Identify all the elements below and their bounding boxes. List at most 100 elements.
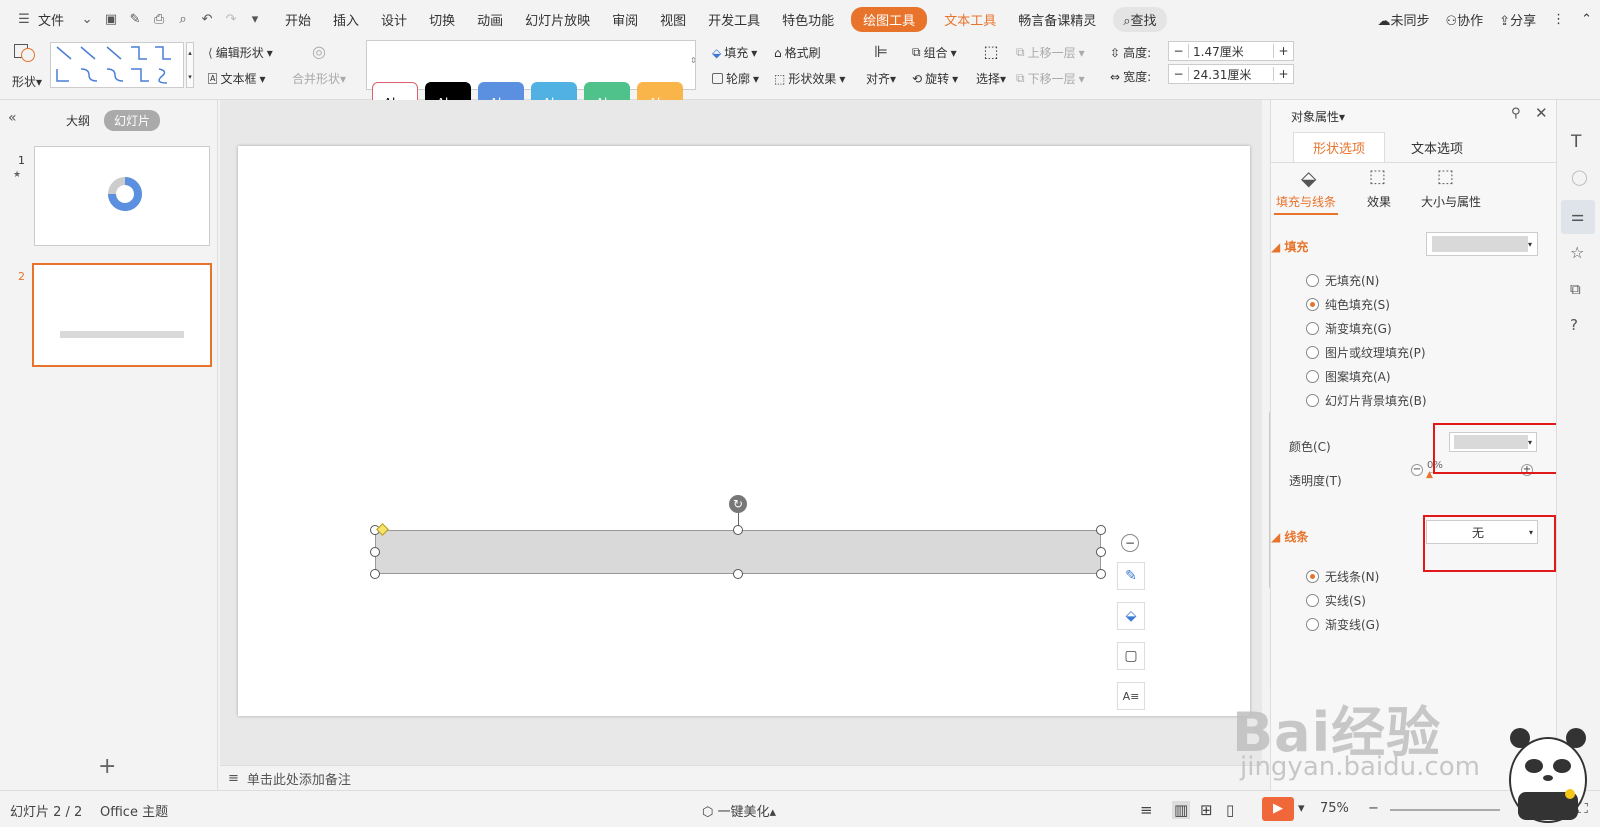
- tab-animation[interactable]: 动画: [477, 10, 503, 29]
- tab-changyan[interactable]: 畅言备课精灵: [1018, 10, 1096, 29]
- tab-review[interactable]: 审阅: [612, 10, 638, 29]
- edit-shape-button[interactable]: ⟨ 编辑形状 ▾: [208, 44, 273, 61]
- resize-handle-l[interactable]: [370, 547, 380, 557]
- width-input[interactable]: 24.31厘米: [1189, 66, 1273, 83]
- bring-forward-button[interactable]: ⧉ 上移一层 ▾: [1016, 44, 1085, 61]
- merge-shape-button[interactable]: ◎ 合并形状▾: [292, 42, 346, 87]
- line-option-none[interactable]: 无线条(N): [1306, 568, 1379, 585]
- sorter-view-icon[interactable]: ⊞: [1200, 801, 1213, 819]
- close-icon[interactable]: ✕: [1535, 104, 1548, 122]
- notes-toggle-icon[interactable]: ≡: [1140, 801, 1153, 819]
- float-fill-button[interactable]: ⬙: [1117, 602, 1145, 630]
- collapse-ribbon-icon[interactable]: ⌃: [1581, 12, 1592, 27]
- radio-gradient[interactable]: [1306, 322, 1319, 335]
- format-painter-button[interactable]: ⌂ 格式刷: [774, 44, 821, 61]
- play-slideshow-button[interactable]: ▶: [1262, 797, 1294, 821]
- quick-access-dropdown-icon[interactable]: ▾: [246, 10, 264, 28]
- fill-option-solid[interactable]: 纯色填充(S): [1306, 296, 1390, 313]
- sync-button[interactable]: ☁未同步: [1377, 10, 1429, 29]
- notes-bar[interactable]: ≡ 单击此处添加备注: [220, 765, 1262, 790]
- play-dropdown-icon[interactable]: ▾: [1298, 801, 1305, 816]
- resize-handle-bl[interactable]: [370, 569, 380, 579]
- textbox-button[interactable]: A 文本框 ▾: [208, 70, 266, 87]
- fill-section-header[interactable]: ◢ 填充: [1271, 238, 1308, 255]
- slides-tab[interactable]: 幻灯片: [104, 110, 161, 131]
- fill-option-background[interactable]: 幻灯片背景填充(B): [1306, 392, 1427, 409]
- effect-icon[interactable]: ⬚: [1369, 166, 1386, 187]
- tab-drawing-tools[interactable]: 绘图工具: [851, 6, 928, 32]
- redo-icon[interactable]: ↷: [222, 10, 240, 28]
- fill-option-none[interactable]: 无填充(N): [1306, 272, 1379, 289]
- tab-text-tools[interactable]: 文本工具: [944, 10, 996, 29]
- group-button[interactable]: ⧉ 组合 ▾: [912, 44, 957, 61]
- tab-text-options[interactable]: 文本选项: [1391, 132, 1483, 162]
- outline-tab[interactable]: 大纲: [66, 112, 90, 129]
- float-style-button[interactable]: ✎: [1117, 562, 1145, 590]
- format-painter-icon[interactable]: ✎: [126, 10, 144, 28]
- more-icon[interactable]: ⋮: [1552, 12, 1565, 27]
- help-icon[interactable]: ?: [1570, 316, 1578, 334]
- radio-background[interactable]: [1306, 394, 1319, 407]
- slide-thumbnail-1[interactable]: [34, 146, 210, 246]
- resize-handle-tr[interactable]: [1096, 525, 1106, 535]
- shape-effect-button[interactable]: ⬚ 形状效果 ▾: [774, 70, 845, 87]
- line-section-header[interactable]: ◢ 线条: [1271, 528, 1308, 545]
- resize-handle-br[interactable]: [1096, 569, 1106, 579]
- line-option-gradient[interactable]: 渐变线(G): [1306, 616, 1380, 633]
- pin-icon[interactable]: ⚲: [1511, 106, 1521, 121]
- height-spinner[interactable]: − 1.47厘米 +: [1168, 41, 1294, 61]
- fill-button[interactable]: ⬙ 填充 ▾: [712, 44, 757, 61]
- selected-rectangle-shape[interactable]: [375, 530, 1101, 574]
- tab-view[interactable]: 视图: [660, 10, 686, 29]
- zoom-slider[interactable]: [1390, 809, 1500, 811]
- pin-star-icon[interactable]: ☆: [1570, 243, 1584, 262]
- fill-option-picture[interactable]: 图片或纹理填充(P): [1306, 344, 1426, 361]
- fill-line-icon[interactable]: ⬙: [1301, 166, 1316, 190]
- float-text-button[interactable]: A≡: [1117, 682, 1145, 710]
- resize-handle-t[interactable]: [733, 525, 743, 535]
- fill-color-combo[interactable]: ▾: [1426, 232, 1538, 256]
- lightbulb-icon[interactable]: ◯: [1571, 168, 1588, 186]
- chevron-down-icon[interactable]: ⌄: [78, 10, 96, 28]
- tab-features[interactable]: 特色功能: [782, 10, 834, 29]
- tab-transition[interactable]: 切换: [429, 10, 455, 29]
- subtab-size[interactable]: 大小与属性: [1421, 193, 1481, 210]
- text-icon[interactable]: T: [1571, 132, 1581, 152]
- zoom-value[interactable]: 75%: [1320, 801, 1349, 816]
- resize-handle-b[interactable]: [733, 569, 743, 579]
- select-button[interactable]: ⬚ 选择▾: [976, 42, 1006, 87]
- properties-toggle[interactable]: ⚌: [1561, 200, 1595, 234]
- hamburger-icon[interactable]: ☰: [15, 10, 33, 28]
- notes-placeholder[interactable]: 单击此处添加备注: [247, 769, 351, 788]
- fill-option-pattern[interactable]: 图案填充(A): [1306, 368, 1391, 385]
- rotate-handle-icon[interactable]: ↻: [729, 495, 747, 513]
- tab-developer[interactable]: 开发工具: [708, 10, 760, 29]
- tab-home[interactable]: 开始: [285, 10, 311, 29]
- share-button[interactable]: ⇪分享: [1499, 10, 1536, 29]
- slide-thumbnail-2[interactable]: [32, 263, 212, 367]
- transparency-thumb[interactable]: ▲: [1426, 470, 1433, 480]
- reading-view-icon[interactable]: ▯: [1226, 801, 1234, 819]
- radio-gradient-line[interactable]: [1306, 618, 1319, 631]
- tab-design[interactable]: 设计: [381, 10, 407, 29]
- slide-switch-icon[interactable]: ⧉: [1570, 280, 1581, 298]
- height-increment[interactable]: +: [1273, 44, 1293, 58]
- zoom-out-icon[interactable]: −: [1368, 801, 1379, 816]
- width-spinner[interactable]: − 24.31厘米 +: [1168, 64, 1294, 84]
- radio-solid[interactable]: [1306, 298, 1319, 311]
- width-decrement[interactable]: −: [1169, 67, 1189, 81]
- beautify-button[interactable]: ⬡ 一键美化▴: [702, 801, 776, 820]
- collapse-panel-icon[interactable]: «: [8, 110, 17, 126]
- subtab-fill-line[interactable]: 填充与线条: [1274, 193, 1339, 215]
- transparency-decrease-icon[interactable]: −: [1411, 464, 1423, 476]
- file-menu[interactable]: 文件: [38, 10, 64, 29]
- save-icon[interactable]: ▣: [102, 10, 120, 28]
- radio-pattern[interactable]: [1306, 370, 1319, 383]
- width-increment[interactable]: +: [1273, 67, 1293, 81]
- rotate-button[interactable]: ⟲ 旋转 ▾: [912, 70, 958, 87]
- tab-insert[interactable]: 插入: [333, 10, 359, 29]
- add-slide-icon[interactable]: +: [98, 754, 116, 779]
- theme-name[interactable]: Office 主题: [100, 801, 168, 820]
- radio-picture[interactable]: [1306, 346, 1319, 359]
- outline-button[interactable]: 轮廓 ▾: [712, 70, 759, 87]
